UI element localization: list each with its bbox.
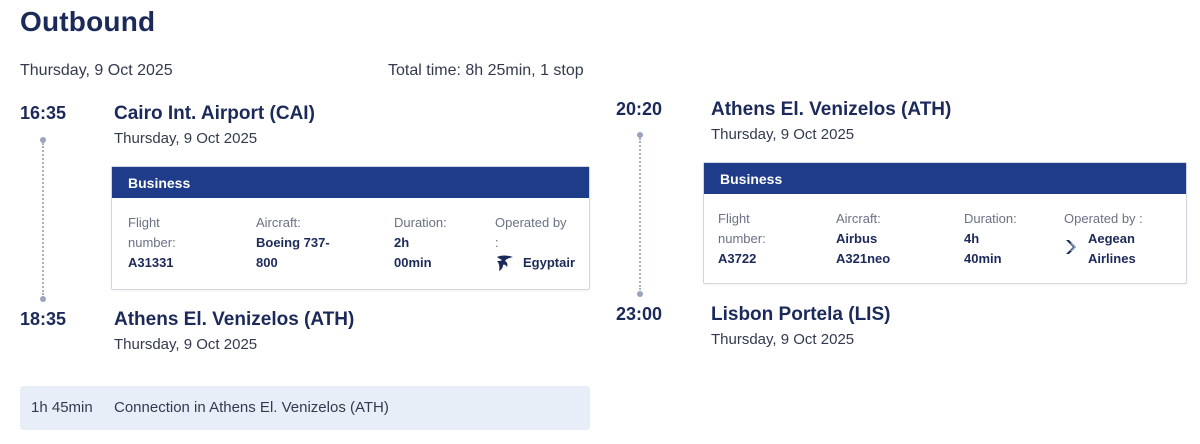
flight-number-col: Flight number: A3722	[718, 209, 766, 269]
cabin-class: Business	[704, 163, 1186, 194]
flight-number: A3722	[718, 251, 757, 266]
arrival-time: 18:35	[20, 309, 67, 329]
travel-date: Thursday, 9 Oct 2025	[20, 62, 173, 79]
egyptair-logo-icon	[497, 255, 513, 271]
operator-col: Operated by : Egyptair	[495, 213, 575, 273]
departure-date: Thursday, 9 Oct 2025	[711, 126, 855, 143]
flight-number: A31331	[128, 255, 174, 270]
flight-card: Business Flight number: A31331 Aircraft:…	[111, 166, 590, 290]
operator: Egyptair	[495, 253, 575, 273]
arrival-date: Thursday, 9 Oct 2025	[114, 336, 258, 353]
duration-value-2: 40min	[964, 251, 1002, 266]
departure-airport: Athens El. Venizelos (ATH)	[711, 99, 952, 120]
flight-label: Flight	[718, 211, 750, 226]
departure-time: 16:35	[20, 103, 67, 123]
aircraft-label: Aircraft:	[836, 211, 881, 226]
operator-name: Egyptair	[523, 255, 576, 270]
operator: Aegean Airlines	[1064, 229, 1143, 269]
duration-label: Duration:	[394, 215, 447, 230]
timeline-line	[639, 138, 641, 290]
duration-value: 4h	[964, 231, 980, 246]
arrival-airport: Athens El. Venizelos (ATH)	[114, 309, 355, 330]
timeline-line	[42, 143, 44, 295]
arrival-date: Thursday, 9 Oct 2025	[711, 331, 855, 348]
operator-name: Aegean	[1088, 231, 1135, 246]
flight-label-2: number:	[718, 231, 766, 246]
arrival-airport: Lisbon Portela (LIS)	[711, 304, 891, 325]
departure-airport: Cairo Int. Airport (CAI)	[114, 103, 315, 124]
duration-value: 2h	[394, 235, 410, 250]
aircraft-col: Aircraft: Airbus A321neo	[836, 209, 890, 269]
duration-label: Duration:	[964, 211, 1017, 226]
operator-name-2: Airlines	[1088, 251, 1136, 266]
operated-by-label-2: :	[495, 235, 499, 250]
operated-by-label: Operated by	[495, 215, 567, 230]
duration-col: Duration: 4h 40min	[964, 209, 1017, 269]
flight-label: Flight	[128, 215, 160, 230]
flight-number-col: Flight number: A31331	[128, 213, 176, 273]
timeline-dot-end	[40, 296, 46, 302]
departure-date: Thursday, 9 Oct 2025	[114, 130, 258, 147]
timeline-dot-end	[637, 291, 643, 297]
duration-value-2: 00min	[394, 255, 432, 270]
flight-card: Business Flight number: A3722 Aircraft: …	[703, 162, 1187, 284]
aircraft-value-2: 800	[256, 255, 278, 270]
connection-text: Connection in Athens El. Venizelos (ATH)	[114, 399, 389, 416]
connection-banner: 1h 45min Connection in Athens El. Venize…	[20, 386, 590, 430]
operated-by-label: Operated by :	[1064, 211, 1143, 226]
operator-col: Operated by : Aegean Airlines	[1064, 209, 1143, 269]
departure-time: 20:20	[616, 99, 663, 119]
flight-label-2: number:	[128, 235, 176, 250]
cabin-class: Business	[112, 167, 589, 198]
total-time: Total time: 8h 25min, 1 stop	[388, 62, 584, 79]
connection-duration: 1h 45min	[31, 399, 93, 416]
duration-col: Duration: 2h 00min	[394, 213, 447, 273]
aircraft-label: Aircraft:	[256, 215, 301, 230]
aircraft-value: Airbus	[836, 231, 878, 246]
aircraft-col: Aircraft: Boeing 737- 800	[256, 213, 330, 273]
aircraft-value-2: A321neo	[836, 251, 891, 266]
page-title: Outbound	[20, 6, 156, 37]
aircraft-value: Boeing 737-	[256, 235, 330, 250]
aegean-logo-icon	[1066, 240, 1076, 254]
arrival-time: 23:00	[616, 304, 663, 324]
